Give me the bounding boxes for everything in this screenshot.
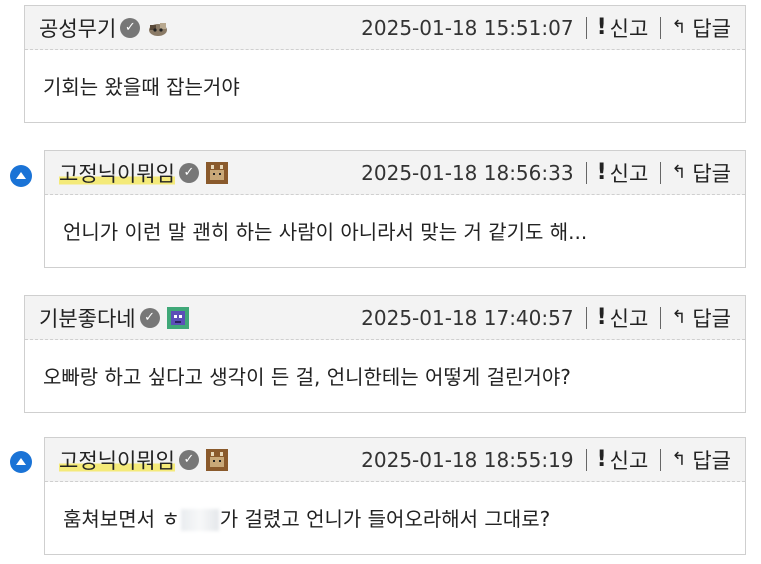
divider — [585, 306, 587, 329]
comment-text-content: 언니가 이런 말 괜히 하는 사람이 아니라서 맞는 거 같기도 해... — [63, 219, 588, 244]
comment-text-after: 가 걸렸고 언니가 들어오라해서 그대로? — [219, 506, 551, 531]
report-label: 신고 — [609, 306, 649, 331]
comment-nickname[interactable]: 고정닉이뭐임 — [59, 444, 175, 475]
report-button[interactable]: ! 신고 — [597, 158, 649, 188]
censored-blur — [180, 509, 219, 531]
comment-nickname[interactable]: 공성무기 — [39, 13, 116, 43]
caret-up-icon — [16, 458, 26, 465]
comment-nickname[interactable]: 고정닉이뭐임 — [59, 157, 175, 188]
comment-header: 기분좋다네 ✓ 2025-01-18 17:40:57 ! 신고 ↰ 답글 — [25, 296, 745, 340]
comment-header: 고정닉이뭐임 ✓ 2025-01-18 18:56:33 ! 신고 ↰ 답글 — [45, 151, 745, 195]
comment-text-content: 오빠랑 하고 싶다고 생각이 든 걸, 언니한테는 어떻게 걸린거야? — [43, 364, 571, 389]
comment-date: 2025-01-18 18:56:33 — [361, 160, 574, 185]
report-label: 신고 — [609, 161, 649, 186]
reply-arrow-icon: ↰ — [671, 449, 687, 470]
verified-icon: ✓ — [178, 449, 199, 470]
comment-list: 공성무기 ✓ 2025-01-18 15:51:07 ! 신고 ↰ 답글 기회는… — [0, 0, 761, 564]
comment-header: 공성무기 ✓ 2025-01-18 15:51:07 ! 신고 ↰ 답글 — [25, 6, 745, 50]
comment-text: 오빠랑 하고 싶다고 생각이 든 걸, 언니한테는 어떻게 걸린거야? — [25, 340, 745, 410]
comment-date: 2025-01-18 18:55:19 — [361, 447, 574, 472]
comment-item: 공성무기 ✓ 2025-01-18 15:51:07 ! 신고 ↰ 답글 기회는… — [24, 5, 746, 123]
comment-item: 기분좋다네 ✓ 2025-01-18 17:40:57 ! 신고 ↰ 답글 오빠… — [24, 295, 746, 413]
divider — [585, 448, 587, 471]
divider — [585, 161, 587, 184]
reply-arrow-icon: ↰ — [671, 17, 687, 38]
brown-character-icon — [205, 448, 229, 472]
caret-up-icon — [16, 172, 26, 179]
comment-text: 훔쳐보면서 ㅎ 가 걸렸고 언니가 들어오라해서 그대로? — [45, 482, 745, 552]
green-purple-character-icon — [166, 306, 190, 330]
verified-icon: ✓ — [120, 17, 141, 38]
report-button[interactable]: ! 신고 — [597, 445, 649, 475]
comment-date: 2025-01-18 17:40:57 — [361, 305, 574, 330]
reply-label: 답글 — [692, 161, 731, 186]
exclamation-icon: ! — [596, 447, 607, 472]
reply-label: 답글 — [692, 306, 731, 331]
comment-nickname[interactable]: 기분좋다네 — [39, 303, 136, 333]
reply-arrow-icon: ↰ — [671, 162, 687, 183]
comment-text: 언니가 이런 말 괜히 하는 사람이 아니라서 맞는 거 같기도 해... — [45, 195, 745, 265]
comment-text: 기회는 왔을때 잡는거야 — [25, 50, 745, 120]
comment-text-before: 훔쳐보면서 ㅎ — [63, 506, 180, 531]
report-label: 신고 — [609, 16, 649, 41]
reply-label: 답글 — [692, 16, 731, 41]
comment-text-content: 훔쳐보면서 ㅎ 가 걸렸고 언니가 들어오라해서 그대로? — [63, 503, 550, 532]
comment-date: 2025-01-18 15:51:07 — [361, 15, 574, 40]
divider — [585, 16, 587, 39]
reply-button[interactable]: ↰ 답글 — [671, 13, 731, 43]
exclamation-icon: ! — [596, 15, 607, 40]
reply-button[interactable]: ↰ 답글 — [671, 445, 731, 475]
exclamation-icon: ! — [596, 160, 607, 185]
reply-item: 고정닉이뭐임 ✓ 2025-01-18 18:55:19 ! 신고 ↰ 답글 훔… — [44, 437, 746, 555]
reply-item: 고정닉이뭐임 ✓ 2025-01-18 18:56:33 ! 신고 ↰ 답글 언… — [44, 150, 746, 268]
expand-reply-button[interactable] — [10, 165, 32, 187]
report-button[interactable]: ! 신고 — [597, 303, 649, 333]
reply-label: 답글 — [692, 448, 731, 473]
reply-button[interactable]: ↰ 답글 — [671, 303, 731, 333]
report-button[interactable]: ! 신고 — [597, 13, 649, 43]
brown-character-icon — [205, 161, 229, 185]
comment-header: 고정닉이뭐임 ✓ 2025-01-18 18:55:19 ! 신고 ↰ 답글 — [45, 438, 745, 482]
reply-button[interactable]: ↰ 답글 — [671, 158, 731, 188]
rock-mascot-icon — [146, 16, 170, 40]
verified-icon: ✓ — [139, 307, 160, 328]
divider — [660, 16, 662, 39]
exclamation-icon: ! — [596, 305, 607, 330]
report-label: 신고 — [609, 448, 649, 473]
verified-icon: ✓ — [178, 162, 199, 183]
reply-arrow-icon: ↰ — [671, 307, 687, 328]
divider — [660, 161, 662, 184]
divider — [660, 306, 662, 329]
divider — [660, 448, 662, 471]
comment-text-content: 기회는 왔을때 잡는거야 — [43, 74, 240, 99]
expand-reply-button[interactable] — [10, 451, 32, 473]
